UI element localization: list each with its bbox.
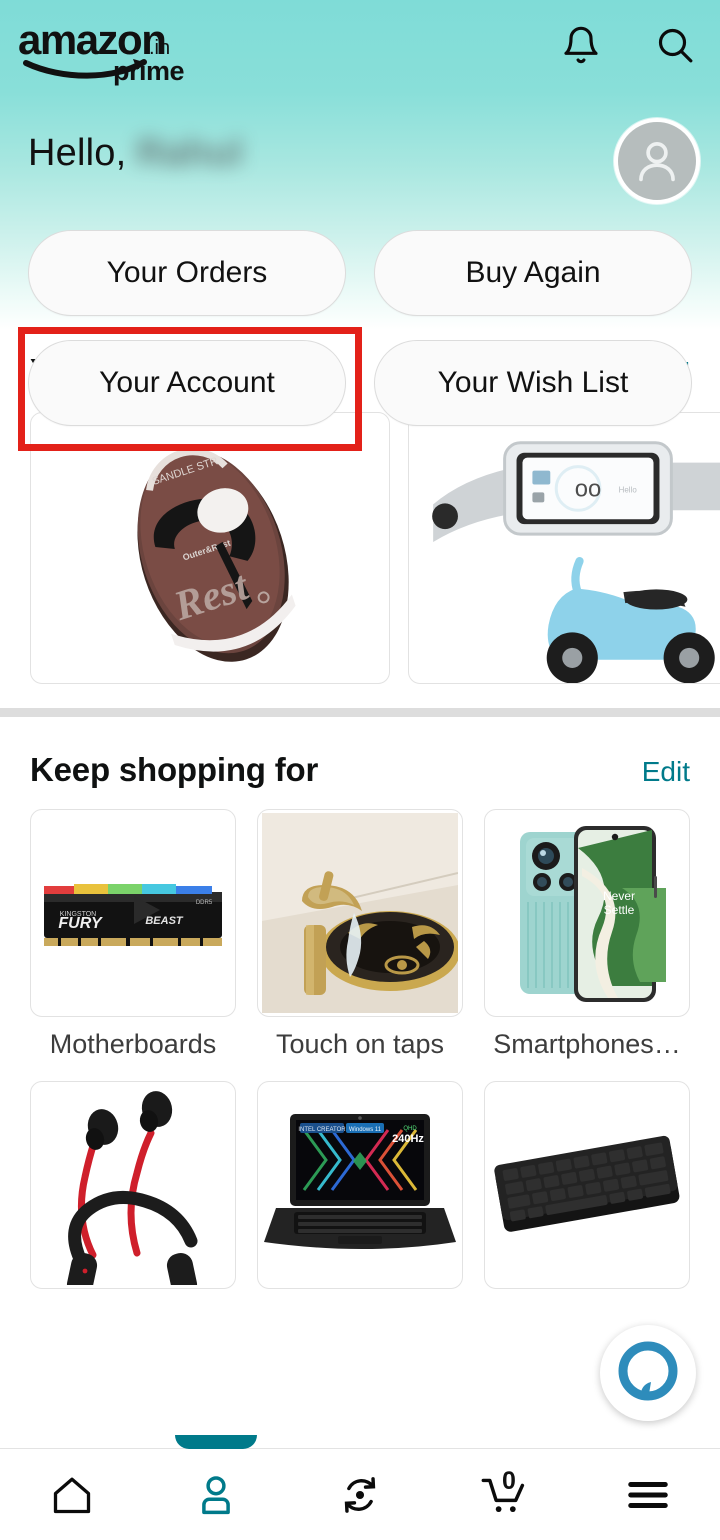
alexa-icon [618, 1341, 678, 1401]
quick-link-your-orders[interactable]: Your Orders [28, 230, 346, 316]
svg-text:INTEL CREATOR: INTEL CREATOR [298, 1127, 346, 1133]
quick-link-label: Buy Again [465, 256, 601, 289]
app-header: amazon .in prime Hello, Rahul Your Order… [0, 0, 720, 426]
product-thumb: Never Settle [484, 809, 690, 1017]
svg-text:240Hz: 240Hz [392, 1133, 424, 1145]
quick-link-your-account[interactable]: Your Account [28, 340, 346, 426]
product-thumb: KINGSTON FURY BEAST DDR5 [30, 809, 236, 1017]
nav-item-cart[interactable]: 0 [432, 1449, 576, 1540]
nav-item-account[interactable] [144, 1435, 288, 1540]
quick-link-buy-again[interactable]: Buy Again [374, 230, 692, 316]
product-label: Smartphones… [493, 1029, 681, 1059]
bell-icon[interactable] [558, 22, 604, 68]
product-thumb [484, 1081, 690, 1289]
quick-link-your-wish-list[interactable]: Your Wish List [374, 340, 692, 426]
search-icon[interactable] [652, 22, 698, 68]
nav-item-rotate[interactable] [288, 1449, 432, 1540]
product-thumb: INTEL CREATOR Windows 11 QHD 240Hz [257, 1081, 463, 1289]
product-label: Touch on taps [275, 1029, 445, 1059]
quick-link-label: Your Wish List [437, 366, 629, 399]
cart-badge: 0 [502, 1467, 516, 1495]
user-name-blurred: Rahul [136, 132, 243, 174]
person-icon [202, 1475, 230, 1514]
greeting-row: Hello, Rahul [0, 110, 720, 210]
oneplus-phone-image: Never Settle [520, 826, 666, 1002]
nav-item-home[interactable] [0, 1449, 144, 1540]
keep-shopping-item-keyboard[interactable] [484, 1081, 690, 1301]
electric-scooter-dashboard-image: oo Hello [432, 441, 720, 683]
gaming-laptop-image: INTEL CREATOR Windows 11 QHD 240Hz [264, 1114, 456, 1249]
svg-text:QHD: QHD [403, 1126, 417, 1132]
orders-carousel[interactable]: SANDLE STR Outer&Rest Rest oo Hello [30, 412, 720, 684]
gold-tap-basin-image [262, 813, 458, 1013]
alexa-button[interactable] [600, 1325, 696, 1421]
avatar[interactable] [614, 118, 700, 204]
quick-links: Your Orders Buy Again Your Account Your … [0, 230, 720, 450]
keep-shopping-title: Keep shopping for [30, 751, 319, 788]
svg-text:Settle: Settle [604, 903, 635, 917]
keep-shopping-item-laptop[interactable]: INTEL CREATOR Windows 11 QHD 240Hz [257, 1081, 463, 1301]
neckband-earphones-image [66, 1091, 198, 1285]
svg-text:Never: Never [603, 889, 635, 903]
greeting-label: Hello, [28, 132, 127, 174]
order-card[interactable]: oo Hello [408, 412, 720, 684]
order-card[interactable]: SANDLE STR Outer&Rest Rest [30, 412, 390, 684]
product-label: Motherboards [49, 1029, 217, 1059]
keep-shopping-item-smartphones[interactable]: Never Settle Smartphones… [484, 809, 690, 1060]
greeting-text: Hello, Rahul [28, 132, 243, 175]
keep-shopping-item-earphones[interactable] [30, 1081, 236, 1301]
keep-shopping-item-taps[interactable]: Touch on taps [257, 809, 463, 1060]
svg-text:Hello: Hello [619, 485, 638, 494]
keep-shopping-item-motherboards[interactable]: KINGSTON FURY BEAST DDR5 Motherboards [30, 809, 236, 1060]
keep-shopping-header: Keep shopping for Edit [30, 751, 690, 789]
quick-link-label: Your Orders [106, 256, 268, 289]
svg-text:prime: prime [113, 56, 185, 86]
product-thumb [257, 809, 463, 1017]
brown-flip-flop-sandal-image: SANDLE STR Outer&Rest Rest [137, 448, 296, 662]
refresh-lens-icon [344, 1476, 376, 1513]
svg-text:FURY: FURY [58, 915, 103, 932]
svg-text:oo: oo [575, 475, 602, 502]
active-tab-indicator [175, 1435, 257, 1449]
amazon-prime-logo[interactable]: amazon .in prime [18, 18, 233, 86]
top-bar: amazon .in prime [0, 0, 720, 100]
svg-text:BEAST: BEAST [145, 915, 184, 927]
quick-links-row-2: Your Account Your Wish List [28, 340, 692, 426]
product-thumb [30, 1081, 236, 1289]
amazon-app-screen: amazon .in prime Hello, Rahul Your Order… [0, 0, 720, 1540]
bottom-navigation: 0 [0, 1435, 720, 1540]
hamburger-menu-icon [628, 1481, 668, 1508]
svg-text:DDR5: DDR5 [196, 900, 213, 906]
section-divider [0, 708, 720, 717]
nav-item-menu[interactable] [576, 1449, 720, 1540]
kingston-fury-ram-image: KINGSTON FURY BEAST DDR5 [44, 884, 222, 946]
keep-shopping-section: Keep shopping for Edit KINGSTON FURY BEA… [0, 751, 720, 1301]
svg-text:Windows 11: Windows 11 [349, 1127, 382, 1133]
edit-link[interactable]: Edit [642, 756, 690, 788]
quick-link-label: Your Account [99, 366, 275, 399]
quick-links-row-1: Your Orders Buy Again [28, 230, 692, 316]
keep-shopping-grid: KINGSTON FURY BEAST DDR5 Motherboards To… [30, 809, 690, 1301]
header-actions [558, 22, 698, 68]
mechanical-keyboard-image [494, 1135, 680, 1232]
home-icon [53, 1477, 91, 1513]
